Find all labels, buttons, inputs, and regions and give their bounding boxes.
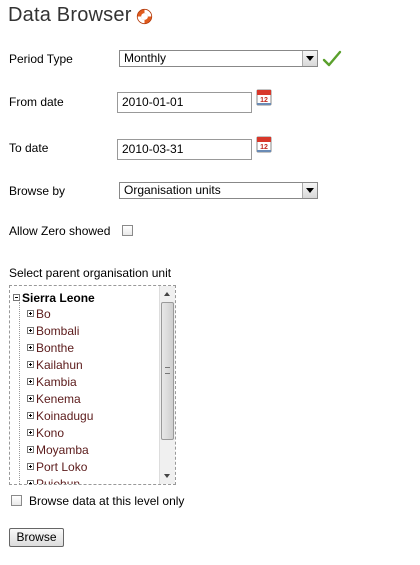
- scrollbar-thumb[interactable]: [161, 302, 174, 440]
- tree-node[interactable]: Bombali: [27, 324, 79, 341]
- tree-node-label: Kenema: [36, 392, 81, 406]
- tree-scrollbar[interactable]: [159, 286, 175, 484]
- tree-node[interactable]: Bo: [27, 307, 51, 324]
- scroll-up-icon[interactable]: [160, 286, 175, 301]
- expand-icon[interactable]: [27, 480, 34, 484]
- tree-node-label: Kono: [36, 426, 65, 440]
- expand-icon[interactable]: [27, 446, 34, 454]
- page-title: Data Browser: [8, 4, 132, 26]
- browse-by-label: Browse by: [9, 184, 66, 198]
- expand-icon[interactable]: [27, 429, 34, 437]
- allow-zero-label: Allow Zero showed: [9, 224, 111, 238]
- tree-node-label: Koinadugu: [36, 409, 94, 423]
- tree-node-root[interactable]: Sierra Leone: [13, 291, 95, 305]
- to-date-field[interactable]: 2010-03-31: [117, 139, 252, 160]
- tree-node-label: Kailahun: [36, 358, 83, 372]
- tree-node-label: Port Loko: [36, 460, 88, 474]
- tree-node-label: Bonthe: [36, 341, 75, 355]
- calendar-icon[interactable]: 12: [256, 88, 272, 106]
- expand-icon[interactable]: [27, 327, 34, 335]
- lifebuoy-icon[interactable]: [136, 8, 153, 25]
- browse-by-value: Organisation units: [124, 183, 221, 197]
- tree-node[interactable]: Pujehun: [27, 477, 81, 485]
- tree-connector: [19, 302, 20, 484]
- expand-icon[interactable]: [27, 412, 34, 420]
- to-date-value: 2010-03-31: [122, 142, 184, 156]
- period-type-label: Period Type: [9, 52, 73, 66]
- tree-node[interactable]: Moyamba: [27, 443, 89, 460]
- tree-node-label: Bo: [36, 307, 51, 321]
- calendar-icon[interactable]: 12: [256, 135, 272, 153]
- org-unit-tree[interactable]: Sierra Leone Bo Bombali Bonthe Kailahun …: [9, 285, 176, 485]
- tree-node[interactable]: Kambia: [27, 375, 77, 392]
- from-date-field[interactable]: 2010-01-01: [117, 92, 252, 113]
- tree-node[interactable]: Port Loko: [27, 460, 87, 477]
- tree-node-label: Pujehun: [36, 477, 81, 485]
- expand-icon[interactable]: [27, 395, 34, 403]
- to-date-label: To date: [9, 141, 49, 155]
- period-type-value: Monthly: [124, 51, 167, 65]
- org-tree-label: Select parent organisation unit: [9, 266, 172, 280]
- expand-icon[interactable]: [27, 310, 34, 318]
- svg-text:12: 12: [260, 97, 268, 104]
- tree-node[interactable]: Kono: [27, 426, 64, 443]
- level-only-label: Browse data at this level only: [29, 494, 185, 508]
- browse-by-select[interactable]: Organisation units: [119, 182, 318, 199]
- expand-icon[interactable]: [27, 361, 34, 369]
- period-type-select[interactable]: Monthly: [119, 50, 318, 67]
- tree-node-label: Bombali: [36, 324, 80, 338]
- svg-text:12: 12: [260, 144, 268, 151]
- tree-node[interactable]: Kailahun: [27, 358, 83, 375]
- level-only-checkbox[interactable]: [11, 495, 22, 506]
- browse-button[interactable]: Browse: [9, 528, 64, 547]
- expand-icon[interactable]: [27, 344, 34, 352]
- expand-icon[interactable]: [27, 463, 34, 471]
- allow-zero-checkbox[interactable]: [122, 225, 133, 236]
- collapse-icon[interactable]: [13, 294, 20, 302]
- tree-root-label: Sierra Leone: [22, 291, 95, 305]
- scroll-down-icon[interactable]: [160, 469, 175, 484]
- tree-node[interactable]: Kenema: [27, 392, 81, 409]
- chevron-down-icon[interactable]: [302, 51, 317, 66]
- from-date-value: 2010-01-01: [122, 95, 184, 109]
- from-date-label: From date: [9, 95, 64, 109]
- expand-icon[interactable]: [27, 378, 34, 386]
- tree-node[interactable]: Koinadugu: [27, 409, 93, 426]
- tree-node-label: Moyamba: [36, 443, 89, 457]
- tree-node[interactable]: Bonthe: [27, 341, 74, 358]
- tree-node-label: Kambia: [36, 375, 77, 389]
- checkmark-icon: [322, 50, 342, 67]
- chevron-down-icon[interactable]: [302, 183, 317, 198]
